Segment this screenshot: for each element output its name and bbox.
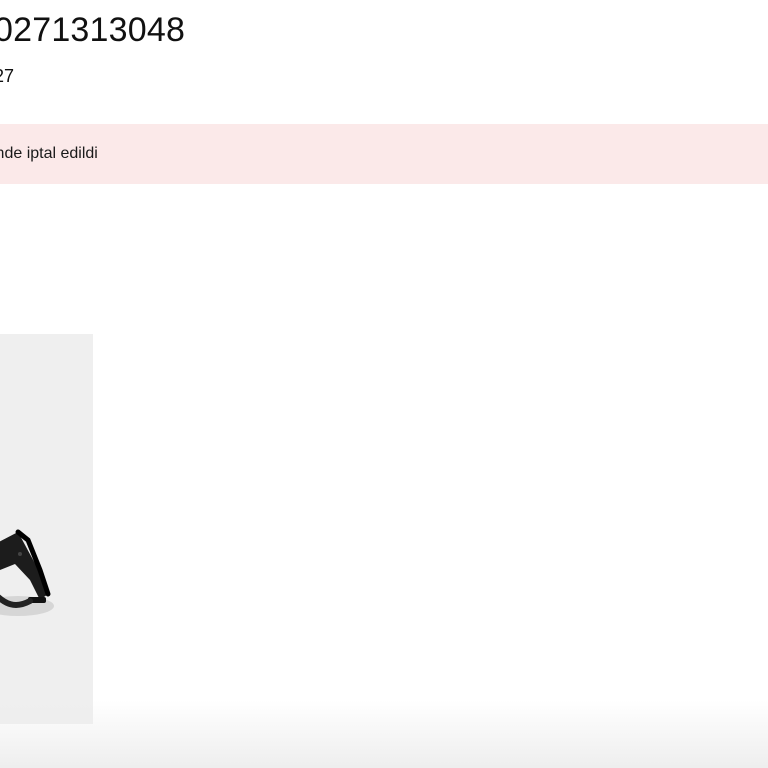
bottom-fade: [0, 700, 768, 768]
product-card[interactable]: [0, 334, 93, 724]
cancellation-text: inde iptal edildi: [0, 145, 98, 162]
cancellation-banner: inde iptal edildi: [0, 124, 768, 184]
product-image: [0, 529, 54, 616]
order-number: 0271313048: [0, 11, 186, 49]
order-date: 27: [0, 66, 15, 86]
order-detail-page: 0271313048 27 inde iptal edildi: [0, 0, 768, 768]
